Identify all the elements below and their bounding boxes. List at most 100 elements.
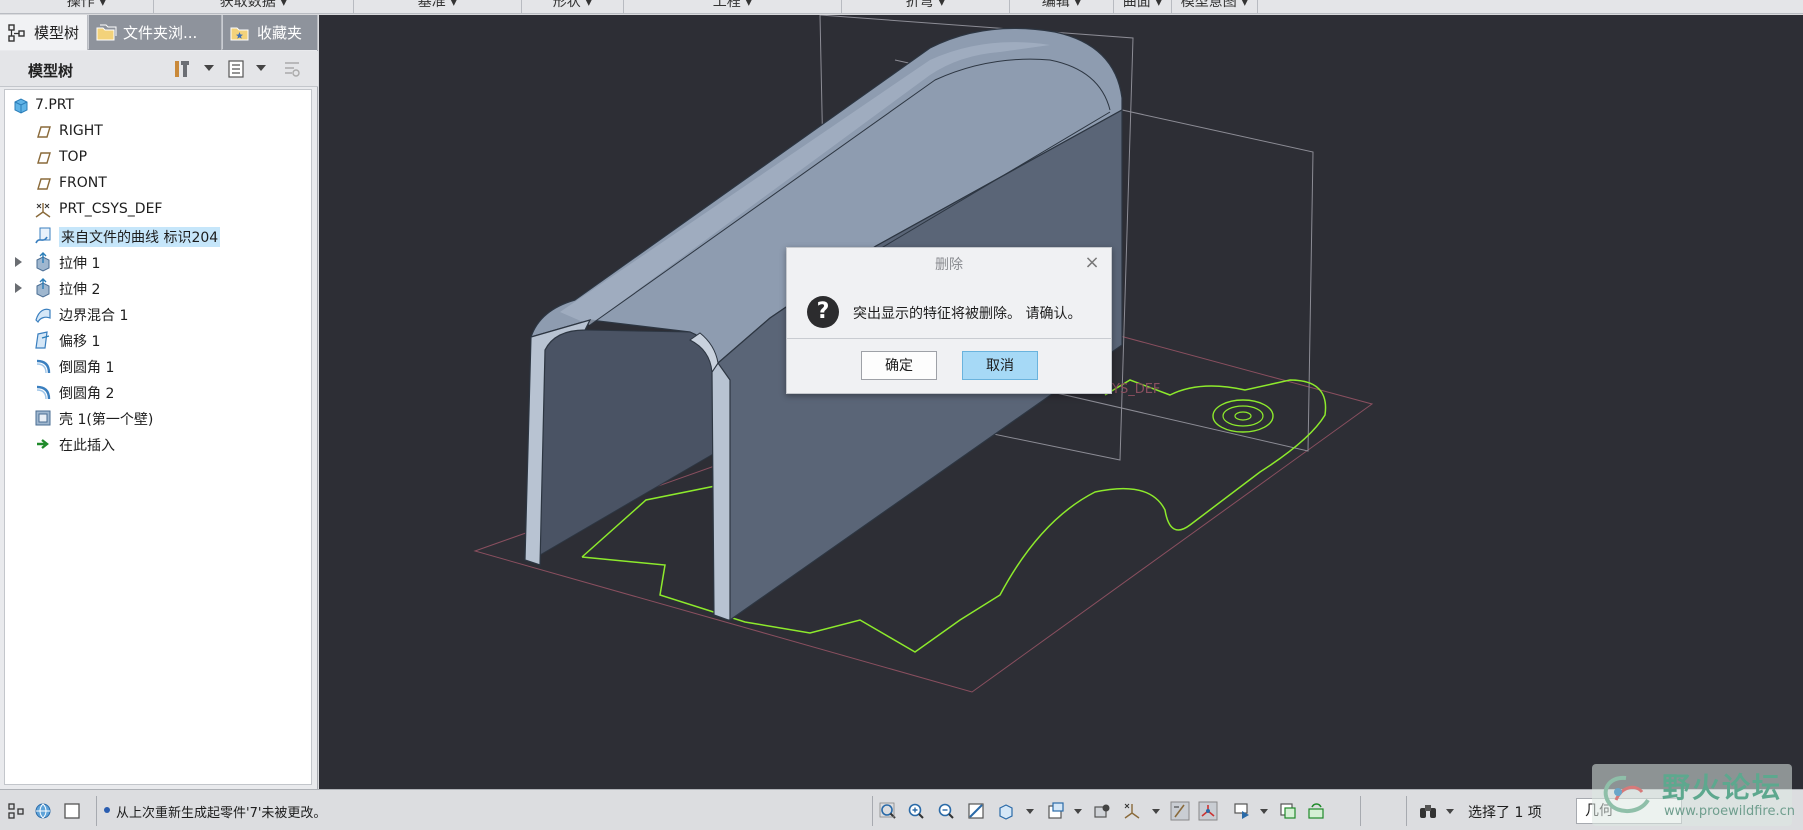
tree-item-top-plane[interactable]: TOP: [5, 146, 305, 170]
expand-arrow-icon[interactable]: [15, 283, 22, 293]
graphics-viewport[interactable]: YS_DEF: [319, 15, 1803, 789]
menu-label: 曲面: [1122, 0, 1151, 10]
spin-center-icon[interactable]: [1198, 801, 1218, 821]
layers-icon[interactable]: [1278, 801, 1298, 821]
menu-label: 操作: [66, 0, 95, 10]
menu-shapes[interactable]: 形状 ▾: [522, 0, 624, 13]
chevron-down-icon[interactable]: [1026, 809, 1034, 814]
tree-item-label: 7.PRT: [35, 97, 75, 113]
status-separator: [96, 796, 97, 826]
ribbon-menu: 操作 ▾ 获取数据 ▾ 基准 ▾ 形状 ▾ 工程 ▾ 折弯 ▾ 编辑 ▾ 曲面 …: [0, 0, 1803, 14]
menu-engineering[interactable]: 工程 ▾: [624, 0, 842, 13]
menu-editing[interactable]: 编辑 ▾: [1010, 0, 1114, 13]
ok-button[interactable]: 确定: [861, 351, 937, 380]
watermark-title: 野火论坛: [1662, 771, 1783, 804]
insert-here-icon: [37, 439, 49, 449]
tree-item-part[interactable]: 7.PRT: [5, 94, 305, 118]
round-icon: [36, 359, 51, 374]
show-list-icon[interactable]: [226, 59, 246, 79]
datum-display-icon[interactable]: [1122, 801, 1142, 821]
display-style-icon[interactable]: [1232, 801, 1252, 821]
menu-get-data[interactable]: 获取数据 ▾: [154, 0, 354, 13]
menu-model-intent[interactable]: 模型意图 ▾: [1172, 0, 1258, 13]
status-separator: [872, 796, 873, 826]
browser-globe-icon[interactable]: [33, 801, 53, 821]
tree-item-boundary-blend[interactable]: 边界混合 1: [5, 302, 305, 326]
tab-favorites[interactable]: 收藏夹: [223, 15, 318, 50]
model-tree-title: 模型树: [28, 62, 74, 80]
tree-item-offset[interactable]: 偏移 1: [5, 328, 305, 352]
menu-label: 工程: [712, 0, 741, 10]
tree-item-front-plane[interactable]: FRONT: [5, 172, 305, 196]
navigator-tabs: 模型树 文件夹浏... 收藏夹: [0, 15, 318, 50]
tree-item-csys[interactable]: PRT_CSYS_DEF: [5, 198, 305, 222]
extrude-icon: [36, 278, 50, 298]
chevron-down-icon[interactable]: [1152, 809, 1160, 814]
settings-tools-icon[interactable]: [172, 59, 192, 79]
csys-icon: [35, 203, 51, 218]
extrude-icon: [36, 252, 50, 272]
tree-item-shell[interactable]: 壳 1(第一个壁): [5, 406, 305, 430]
repaint-icon[interactable]: [966, 801, 986, 821]
tab-label: 模型树: [34, 24, 80, 42]
full-screen-icon[interactable]: [62, 801, 82, 821]
menu-datum[interactable]: 基准 ▾: [354, 0, 522, 13]
perspective-view-icon[interactable]: [1092, 801, 1112, 821]
model-tree-icon: [8, 23, 25, 42]
datum-plane-icon: [37, 126, 51, 138]
refit-icon[interactable]: [878, 801, 898, 821]
model-3d-view[interactable]: YS_DEF: [319, 15, 1803, 789]
datum-plane-icon: [37, 178, 51, 190]
tree-item-insert-here[interactable]: 在此插入: [5, 432, 305, 456]
chevron-down-icon[interactable]: [1446, 809, 1454, 814]
menu-label: 折弯: [905, 0, 934, 10]
tree-item-round-2[interactable]: 倒圆角 2: [5, 380, 305, 404]
tree-item-label: FRONT: [59, 175, 107, 191]
chevron-down-icon[interactable]: [204, 65, 214, 71]
tree-item-label: 拉伸 1: [59, 256, 101, 272]
zoom-out-icon[interactable]: [936, 801, 956, 821]
tree-item-label: 拉伸 2: [59, 282, 101, 298]
navigator-toggle-icon[interactable]: [6, 801, 26, 821]
tab-folder-browser[interactable]: 文件夹浏...: [89, 15, 222, 50]
cancel-button[interactable]: 取消: [962, 351, 1038, 380]
close-icon[interactable]: ×: [1083, 254, 1101, 272]
tree-item-label: 倒圆角 2: [59, 386, 115, 402]
zoom-in-icon[interactable]: [906, 801, 926, 821]
view-manager-icon[interactable]: [1046, 801, 1066, 821]
tree-item-label: 边界混合 1: [59, 308, 129, 324]
expand-arrow-icon[interactable]: [15, 257, 22, 267]
chevron-down-icon[interactable]: [1260, 809, 1268, 814]
chevron-down-icon[interactable]: [256, 65, 266, 71]
binoculars-icon[interactable]: [1418, 801, 1438, 821]
menu-operations[interactable]: 操作 ▾: [20, 0, 154, 13]
tree-item-right-plane[interactable]: RIGHT: [5, 120, 305, 144]
offset-icon: [35, 331, 50, 349]
tree-item-label: PRT_CSYS_DEF: [59, 201, 163, 217]
tree-item-label: 倒圆角 1: [59, 360, 115, 376]
tree-item-extrude-1[interactable]: 拉伸 1: [5, 250, 305, 274]
tree-item-label: 偏移 1: [59, 334, 101, 350]
watermark-logo-icon: [1603, 775, 1650, 813]
app-window: 操作 ▾ 获取数据 ▾ 基准 ▾ 形状 ▾ 工程 ▾ 折弯 ▾ 编辑 ▾ 曲面 …: [0, 0, 1803, 830]
status-message: 从上次重新生成起零件'7'未被更改。: [116, 806, 327, 821]
part-icon: [14, 98, 28, 114]
favorites-icon: [230, 27, 249, 40]
annotation-display-icon[interactable]: [1170, 801, 1190, 821]
chevron-down-icon[interactable]: [1074, 809, 1082, 814]
menu-bend[interactable]: 折弯 ▾: [842, 0, 1010, 13]
folder-icon: [96, 24, 117, 40]
navigator-panel: 模型树 文件夹浏... 收藏夹 模型树 7.PRT RIGHT TOP FRON…: [0, 15, 318, 789]
tree-item-extrude-2[interactable]: 拉伸 2: [5, 276, 305, 300]
tree-item-round-1[interactable]: 倒圆角 1: [5, 354, 305, 378]
datum-plane-icon: [37, 152, 51, 164]
saved-orientations-icon[interactable]: [996, 801, 1016, 821]
tree-item-curve-from-file[interactable]: 来自文件的曲线 标识204: [5, 224, 305, 248]
filter-tree-icon[interactable]: [282, 59, 302, 79]
tab-model-tree[interactable]: 模型树: [0, 15, 88, 50]
menu-surfaces[interactable]: 曲面 ▾: [1114, 0, 1172, 13]
tree-item-label: RIGHT: [59, 123, 103, 139]
dialog-divider: [787, 338, 1111, 339]
menu-label: 形状: [552, 0, 581, 10]
regenerate-icon[interactable]: [1306, 801, 1326, 821]
